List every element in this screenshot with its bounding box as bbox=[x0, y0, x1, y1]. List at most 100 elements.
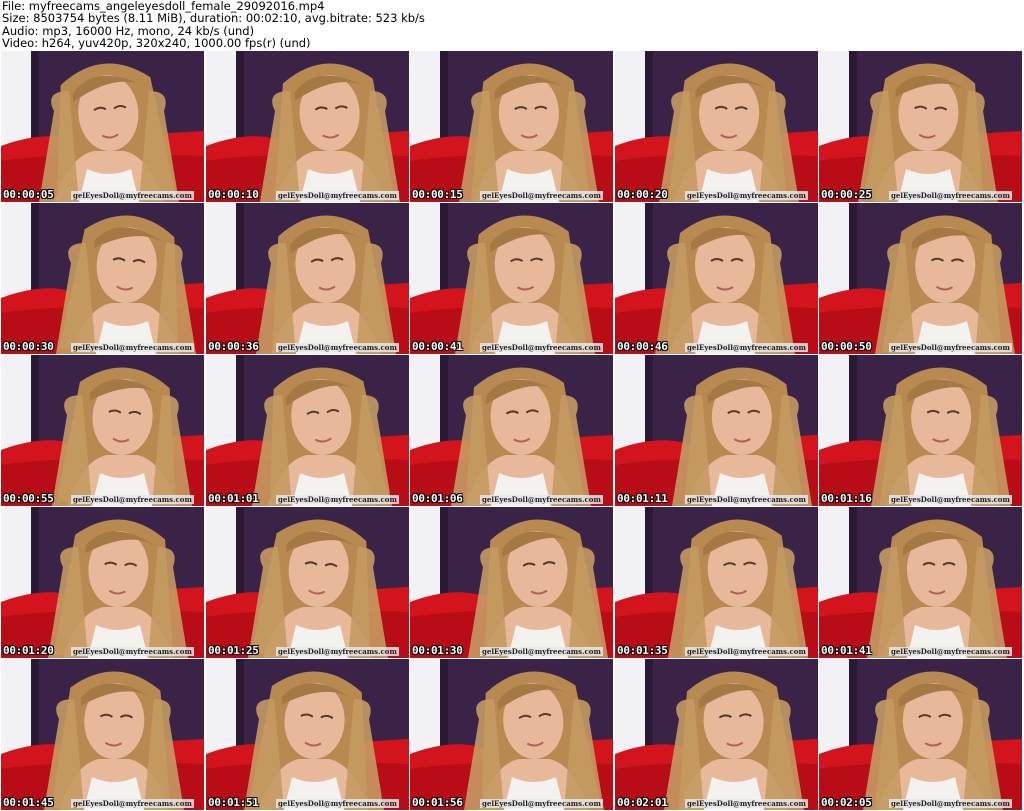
watermark-label: gelEyesDoll@myfreecams.com bbox=[71, 799, 194, 808]
webcam-frame-image bbox=[206, 355, 409, 506]
timestamp-label: 00:00:46 bbox=[617, 340, 668, 353]
video-thumbnail: gelEyesDoll@myfreecams.com 00:00:46 bbox=[615, 203, 818, 354]
video-thumbnail: gelEyesDoll@myfreecams.com 00:01:06 bbox=[410, 355, 613, 506]
video-thumbnail: gelEyesDoll@myfreecams.com 00:00:36 bbox=[206, 203, 409, 354]
video-thumbnail: gelEyesDoll@myfreecams.com 00:01:56 bbox=[410, 659, 613, 810]
watermark-label: gelEyesDoll@myfreecams.com bbox=[276, 343, 399, 352]
webcam-frame-image bbox=[819, 355, 1022, 506]
timestamp-label: 00:01:45 bbox=[3, 796, 54, 809]
video-line: Video: h264, yuv420p, 320x240, 1000.00 f… bbox=[2, 36, 311, 51]
webcam-frame-image bbox=[1, 507, 204, 658]
video-thumbnail: gelEyesDoll@myfreecams.com 00:00:05 bbox=[1, 51, 204, 202]
watermark-label: gelEyesDoll@myfreecams.com bbox=[71, 191, 194, 200]
watermark-label: gelEyesDoll@myfreecams.com bbox=[480, 191, 603, 200]
timestamp-label: 00:00:20 bbox=[617, 188, 668, 201]
timestamp-label: 00:01:41 bbox=[821, 644, 872, 657]
timestamp-label: 00:00:15 bbox=[412, 188, 463, 201]
watermark-label: gelEyesDoll@myfreecams.com bbox=[71, 647, 194, 656]
webcam-frame-image bbox=[410, 51, 613, 202]
watermark-label: gelEyesDoll@myfreecams.com bbox=[276, 647, 399, 656]
timestamp-label: 00:00:30 bbox=[3, 340, 54, 353]
webcam-frame-image bbox=[410, 355, 613, 506]
webcam-frame-image bbox=[1, 203, 204, 354]
timestamp-label: 00:01:35 bbox=[617, 644, 668, 657]
timestamp-label: 00:01:11 bbox=[617, 492, 668, 505]
video-thumbnail: gelEyesDoll@myfreecams.com 00:01:45 bbox=[1, 659, 204, 810]
webcam-frame-image bbox=[206, 659, 409, 810]
video-thumbnail: gelEyesDoll@myfreecams.com 00:01:51 bbox=[206, 659, 409, 810]
video-thumbnail: gelEyesDoll@myfreecams.com 00:00:50 bbox=[819, 203, 1022, 354]
video-thumbnail: gelEyesDoll@myfreecams.com 00:00:41 bbox=[410, 203, 613, 354]
video-thumbnail: gelEyesDoll@myfreecams.com 00:01:16 bbox=[819, 355, 1022, 506]
timestamp-label: 00:00:36 bbox=[208, 340, 259, 353]
webcam-frame-image bbox=[206, 507, 409, 658]
watermark-label: gelEyesDoll@myfreecams.com bbox=[276, 191, 399, 200]
video-thumbnail: gelEyesDoll@myfreecams.com 00:00:15 bbox=[410, 51, 613, 202]
video-thumbnail: gelEyesDoll@myfreecams.com 00:01:30 bbox=[410, 507, 613, 658]
webcam-frame-image bbox=[615, 355, 818, 506]
video-thumbnail: gelEyesDoll@myfreecams.com 00:01:41 bbox=[819, 507, 1022, 658]
timestamp-label: 00:02:05 bbox=[821, 796, 872, 809]
watermark-label: gelEyesDoll@myfreecams.com bbox=[276, 495, 399, 504]
size-line: Size: 8503754 bytes (8.11 MiB), duration… bbox=[2, 11, 425, 26]
watermark-label: gelEyesDoll@myfreecams.com bbox=[889, 495, 1012, 504]
timestamp-label: 00:00:05 bbox=[3, 188, 54, 201]
video-thumbnail: gelEyesDoll@myfreecams.com 00:00:30 bbox=[1, 203, 204, 354]
timestamp-label: 00:00:10 bbox=[208, 188, 259, 201]
webcam-frame-image bbox=[206, 203, 409, 354]
watermark-label: gelEyesDoll@myfreecams.com bbox=[480, 647, 603, 656]
webcam-frame-image bbox=[819, 203, 1022, 354]
timestamp-label: 00:01:30 bbox=[412, 644, 463, 657]
watermark-label: gelEyesDoll@myfreecams.com bbox=[71, 343, 194, 352]
timestamp-label: 00:01:01 bbox=[208, 492, 259, 505]
webcam-frame-image bbox=[1, 355, 204, 506]
watermark-label: gelEyesDoll@myfreecams.com bbox=[889, 343, 1012, 352]
webcam-frame-image bbox=[615, 203, 818, 354]
timestamp-label: 00:01:20 bbox=[3, 644, 54, 657]
watermark-label: gelEyesDoll@myfreecams.com bbox=[480, 495, 603, 504]
timestamp-label: 00:01:56 bbox=[412, 796, 463, 809]
timestamp-label: 00:01:51 bbox=[208, 796, 259, 809]
webcam-frame-image bbox=[819, 51, 1022, 202]
webcam-frame-image bbox=[410, 659, 613, 810]
webcam-frame-image bbox=[206, 51, 409, 202]
watermark-label: gelEyesDoll@myfreecams.com bbox=[889, 799, 1012, 808]
video-thumbnail: gelEyesDoll@myfreecams.com 00:00:10 bbox=[206, 51, 409, 202]
webcam-frame-image bbox=[1, 659, 204, 810]
file-info-header: File: myfreecams_angeleyesdoll_female_29… bbox=[2, 0, 1002, 50]
webcam-frame-image bbox=[410, 507, 613, 658]
webcam-frame-image bbox=[410, 203, 613, 354]
timestamp-label: 00:01:06 bbox=[412, 492, 463, 505]
watermark-label: gelEyesDoll@myfreecams.com bbox=[889, 191, 1012, 200]
webcam-frame-image bbox=[819, 507, 1022, 658]
watermark-label: gelEyesDoll@myfreecams.com bbox=[685, 191, 808, 200]
webcam-frame-image bbox=[615, 659, 818, 810]
video-thumbnail: gelEyesDoll@myfreecams.com 00:00:55 bbox=[1, 355, 204, 506]
watermark-label: gelEyesDoll@myfreecams.com bbox=[480, 799, 603, 808]
video-thumbnail: gelEyesDoll@myfreecams.com 00:01:20 bbox=[1, 507, 204, 658]
thumbnail-grid: gelEyesDoll@myfreecams.com 00:00:05 gelEy… bbox=[0, 51, 1024, 811]
video-thumbnail: gelEyesDoll@myfreecams.com 00:00:25 bbox=[819, 51, 1022, 202]
video-thumbnail: gelEyesDoll@myfreecams.com 00:02:01 bbox=[615, 659, 818, 810]
watermark-label: gelEyesDoll@myfreecams.com bbox=[685, 799, 808, 808]
timestamp-label: 00:00:25 bbox=[821, 188, 872, 201]
watermark-label: gelEyesDoll@myfreecams.com bbox=[71, 495, 194, 504]
watermark-label: gelEyesDoll@myfreecams.com bbox=[889, 647, 1012, 656]
watermark-label: gelEyesDoll@myfreecams.com bbox=[685, 647, 808, 656]
webcam-frame-image bbox=[1, 51, 204, 202]
webcam-frame-image bbox=[615, 51, 818, 202]
watermark-label: gelEyesDoll@myfreecams.com bbox=[685, 343, 808, 352]
watermark-label: gelEyesDoll@myfreecams.com bbox=[480, 343, 603, 352]
webcam-frame-image bbox=[819, 659, 1022, 810]
watermark-label: gelEyesDoll@myfreecams.com bbox=[276, 799, 399, 808]
timestamp-label: 00:00:50 bbox=[821, 340, 872, 353]
video-thumbnail: gelEyesDoll@myfreecams.com 00:02:05 bbox=[819, 659, 1022, 810]
timestamp-label: 00:02:01 bbox=[617, 796, 668, 809]
watermark-label: gelEyesDoll@myfreecams.com bbox=[685, 495, 808, 504]
timestamp-label: 00:01:16 bbox=[821, 492, 872, 505]
video-thumbnail: gelEyesDoll@myfreecams.com 00:01:25 bbox=[206, 507, 409, 658]
webcam-frame-image bbox=[615, 507, 818, 658]
timestamp-label: 00:01:25 bbox=[208, 644, 259, 657]
video-thumbnail: gelEyesDoll@myfreecams.com 00:00:20 bbox=[615, 51, 818, 202]
video-thumbnail: gelEyesDoll@myfreecams.com 00:01:11 bbox=[615, 355, 818, 506]
